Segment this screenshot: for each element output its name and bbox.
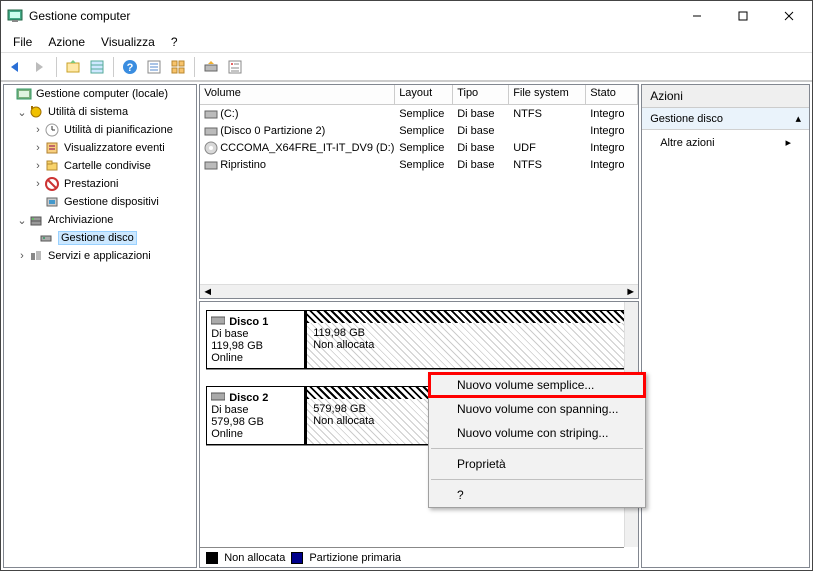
up-button[interactable] <box>62 56 84 78</box>
back-button[interactable] <box>5 56 27 78</box>
menu-help[interactable]: ? <box>163 33 186 51</box>
table-row[interactable]: (Disco 0 Partizione 2)SempliceDi baseInt… <box>200 122 638 139</box>
table-body: (C:)SempliceDi baseNTFSIntegro (Disco 0 … <box>200 105 638 284</box>
disk-icon <box>211 391 225 404</box>
content-area: Gestione computer (locale) ⌄Utilità di s… <box>1 81 812 570</box>
table-row[interactable]: RipristinoSempliceDi baseNTFSIntegro <box>200 156 638 173</box>
ctx-help[interactable]: ? <box>429 483 645 507</box>
disk-icon <box>211 315 225 328</box>
context-menu: Nuovo volume semplice... Nuovo volume co… <box>428 372 646 508</box>
disk-info: Disco 1 Di base 119,98 GB Online <box>206 310 306 369</box>
forward-button[interactable] <box>29 56 51 78</box>
app-icon <box>7 8 23 24</box>
view-detail-button[interactable] <box>86 56 108 78</box>
window-title: Gestione computer <box>29 9 674 23</box>
chevron-right-icon: ▸ <box>785 136 791 149</box>
grid-button[interactable] <box>167 56 189 78</box>
tree-diskmgmt[interactable]: Gestione disco <box>4 229 196 247</box>
tree-perf[interactable]: ›Prestazioni <box>4 175 196 193</box>
menubar: File Azione Visualizza ? <box>1 31 812 53</box>
col-layout[interactable]: Layout <box>395 85 453 104</box>
volumes-table: Volume Layout Tipo File system Stato (C:… <box>199 84 639 299</box>
refresh-button[interactable] <box>200 56 222 78</box>
partition-bar <box>307 311 631 323</box>
disk-partition[interactable]: 119,98 GB Non allocata <box>306 310 632 369</box>
actions-section[interactable]: Gestione disco▴ <box>642 108 809 130</box>
actions-panel: Azioni Gestione disco▴ Altre azioni▸ <box>641 84 810 568</box>
col-filesystem[interactable]: File system <box>509 85 586 104</box>
tree-arch[interactable]: ⌄Archiviazione <box>4 211 196 229</box>
ctx-new-striped-volume[interactable]: Nuovo volume con striping... <box>429 421 645 445</box>
col-type[interactable]: Tipo <box>453 85 509 104</box>
menu-view[interactable]: Visualizza <box>93 33 163 51</box>
tree-root[interactable]: Gestione computer (locale) <box>4 85 196 103</box>
disk-info: Disco 2 Di base 579,98 GB Online <box>206 386 306 445</box>
tree-shared[interactable]: ›Cartelle condivise <box>4 157 196 175</box>
menu-action[interactable]: Azione <box>40 33 93 51</box>
legend-swatch-primary <box>291 552 303 564</box>
tree-eventviewer[interactable]: ›Visualizzatore eventi <box>4 139 196 157</box>
maximize-button[interactable] <box>720 1 766 31</box>
h-scrollbar[interactable]: ◄► <box>200 284 638 298</box>
tree-scheduler[interactable]: ›Utilità di pianificazione <box>4 121 196 139</box>
ctx-new-spanned-volume[interactable]: Nuovo volume con spanning... <box>429 397 645 421</box>
actions-header: Azioni <box>642 85 809 108</box>
ctx-properties[interactable]: Proprietà <box>429 452 645 476</box>
table-row[interactable]: CCCOMA_X64FRE_IT-IT_DV9 (D:)SempliceDi b… <box>200 139 638 156</box>
help-button[interactable]: ? <box>119 56 141 78</box>
close-button[interactable] <box>766 1 812 31</box>
titlebar: Gestione computer <box>1 1 812 31</box>
table-row[interactable]: (C:)SempliceDi baseNTFSIntegro <box>200 105 638 122</box>
tree-sys[interactable]: ⌄Utilità di sistema <box>4 103 196 121</box>
legend-swatch-unalloc <box>206 552 218 564</box>
disk-row-1[interactable]: Disco 1 Di base 119,98 GB Online 119,98 … <box>206 310 632 370</box>
table-header: Volume Layout Tipo File system Stato <box>200 85 638 105</box>
tree-srv[interactable]: ›Servizi e applicazioni <box>4 247 196 265</box>
collapse-icon: ▴ <box>795 112 801 125</box>
list-button[interactable] <box>143 56 165 78</box>
window: Gestione computer File Azione Visualizza… <box>0 0 813 571</box>
partition-body: 119,98 GB Non allocata <box>307 323 631 368</box>
minimize-button[interactable] <box>674 1 720 31</box>
toolbar: ? <box>1 53 812 81</box>
ctx-new-simple-volume[interactable]: Nuovo volume semplice... <box>429 373 645 397</box>
actions-more[interactable]: Altre azioni▸ <box>642 130 809 155</box>
col-volume[interactable]: Volume <box>200 85 395 104</box>
tree-devmgr[interactable]: Gestione dispositivi <box>4 193 196 211</box>
window-controls <box>674 1 812 31</box>
tree-panel[interactable]: Gestione computer (locale) ⌄Utilità di s… <box>3 84 197 568</box>
ctx-separator <box>431 479 643 480</box>
properties-button[interactable] <box>224 56 246 78</box>
menu-file[interactable]: File <box>5 33 40 51</box>
svg-text:?: ? <box>127 62 134 74</box>
col-status[interactable]: Stato <box>586 85 638 104</box>
ctx-separator <box>431 448 643 449</box>
legend: Non allocata Partizione primaria <box>200 547 624 567</box>
